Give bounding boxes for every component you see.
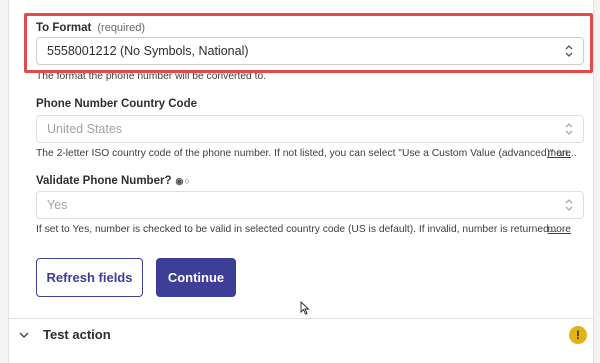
country-code-help: The 2-letter ISO country code of the pho… (36, 148, 577, 159)
warning-icon: ! (569, 326, 587, 344)
validate-value: Yes (47, 198, 68, 212)
test-action-label: Test action (43, 327, 111, 342)
country-code-more-link[interactable]: more (548, 148, 571, 159)
chevron-down-icon[interactable] (19, 331, 29, 339)
validate-more-link[interactable]: more (548, 224, 571, 235)
validate-label: Validate Phone Number? ◉○ (36, 175, 191, 187)
chevron-up-down-icon (565, 123, 573, 135)
radio-toggle-icon[interactable]: ◉○ (175, 176, 190, 186)
mouse-cursor-icon (300, 301, 310, 315)
continue-button[interactable]: Continue (156, 258, 236, 297)
refresh-fields-button[interactable]: Refresh fields (36, 258, 143, 297)
step-config-panel: To Format (required) 5558001212 (No Symbo… (8, 0, 594, 363)
country-code-select[interactable]: United States (36, 115, 584, 143)
validate-select[interactable]: Yes (36, 191, 584, 219)
chevron-up-down-icon (565, 199, 573, 211)
country-code-value: United States (47, 122, 123, 136)
test-action-section[interactable]: Test action ! (9, 319, 593, 363)
highlight-box (24, 13, 593, 73)
country-code-label: Phone Number Country Code (36, 98, 198, 110)
validate-help: If set to Yes, number is checked to be v… (36, 224, 558, 235)
